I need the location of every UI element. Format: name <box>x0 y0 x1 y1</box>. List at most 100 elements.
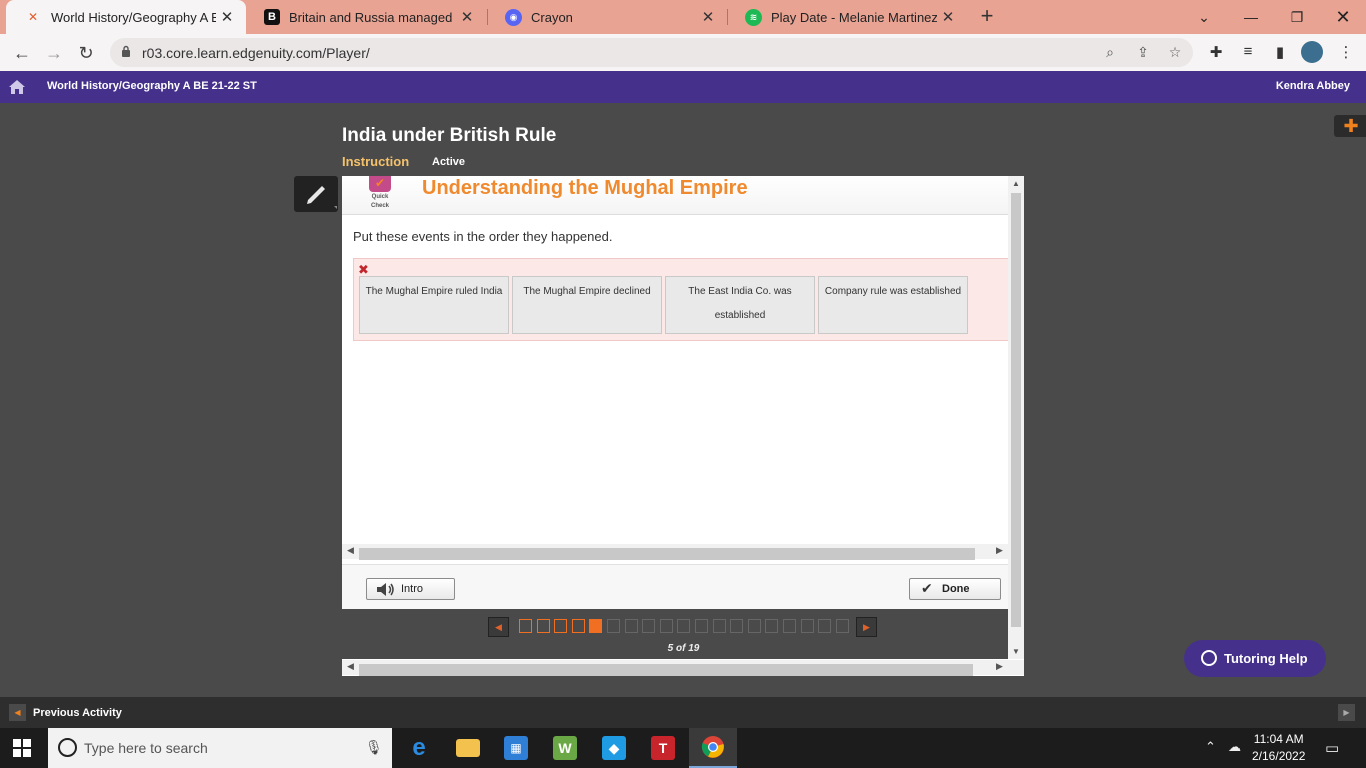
page-box[interactable] <box>554 619 568 633</box>
user-name[interactable]: Kendra Abbey <box>1276 80 1350 92</box>
taskbar-store[interactable]: ▦ <box>492 728 540 768</box>
search-placeholder: Type here to search <box>84 740 208 756</box>
event-card[interactable]: The Mughal Empire ruled India <box>359 276 509 334</box>
taskbar-file-explorer[interactable] <box>444 728 492 768</box>
back-icon[interactable]: ← <box>9 40 35 66</box>
page-box[interactable] <box>519 619 532 633</box>
page-box[interactable] <box>783 619 796 633</box>
profile-avatar[interactable] <box>1301 41 1323 63</box>
page-box[interactable] <box>536 619 550 633</box>
expand-plus-button[interactable]: ✚ <box>1334 115 1366 137</box>
windows-start-icon[interactable] <box>13 739 31 757</box>
content-horizontal-scrollbar[interactable]: ◀ ▶ <box>342 544 1008 560</box>
forward-icon[interactable]: → <box>41 40 67 66</box>
scroll-up-icon[interactable]: ▲ <box>1012 179 1020 188</box>
close-tab-icon[interactable]: ✕ <box>937 8 959 26</box>
tab-play-date[interactable]: ≋ Play Date - Melanie Martinez ✕ <box>727 0 967 34</box>
question-prompt: Put these events in the order they happe… <box>353 229 613 244</box>
close-tab-icon[interactable]: ✕ <box>216 8 238 26</box>
page-box[interactable] <box>712 619 726 633</box>
next-activity-arrow-icon[interactable]: ▶ <box>1338 704 1355 721</box>
edgenuity-header: World History/Geography A BE 21-22 ST Ke… <box>0 71 1366 103</box>
show-hidden-icons-icon[interactable]: ⌃ <box>1205 739 1216 755</box>
tab-world-history[interactable]: ✕ World History/Geography A BE 2 ✕ <box>6 0 246 34</box>
side-panel-icon[interactable]: ▮ <box>1270 43 1290 63</box>
scrollbar-thumb[interactable] <box>359 664 973 676</box>
page-box[interactable] <box>730 619 744 633</box>
address-bar[interactable]: r03.core.learn.edgenuity.com/Player/ ⌕ ⇪… <box>110 38 1193 67</box>
new-tab-icon[interactable]: + <box>975 4 999 28</box>
page-box[interactable] <box>642 619 656 633</box>
restore-icon[interactable]: ❐ <box>1274 0 1320 34</box>
content-vertical-scrollbar[interactable]: ▲ ▼ <box>1008 176 1024 659</box>
event-card[interactable]: Company rule was established <box>818 276 968 334</box>
w-app-icon: W <box>553 736 577 760</box>
taskbar-chrome[interactable] <box>689 728 737 768</box>
taskbar-clock[interactable]: 11:04 AM 2/16/2022 <box>1252 731 1305 765</box>
tutoring-help-button[interactable]: Tutoring Help <box>1184 640 1326 677</box>
taskbar-app-blue[interactable]: ◆ <box>590 728 638 768</box>
intro-button[interactable]: Intro <box>366 578 455 600</box>
close-window-icon[interactable]: ✕ <box>1320 0 1366 34</box>
zoom-icon[interactable]: ⌕ <box>1101 44 1119 62</box>
page-box[interactable] <box>589 619 603 633</box>
taskbar-t-app[interactable]: T <box>639 728 687 768</box>
edge-icon: e <box>412 734 426 761</box>
previous-page-button[interactable]: ◀ <box>488 617 509 637</box>
taskbar-edge[interactable]: e <box>395 728 443 768</box>
event-card[interactable]: The Mughal Empire declined <box>512 276 662 334</box>
page-box[interactable] <box>571 619 585 633</box>
scrollbar-thumb[interactable] <box>1011 193 1021 627</box>
course-title: World History/Geography A BE 21-22 ST <box>47 80 257 92</box>
quick-check-logo: ✔ Quick Check <box>365 176 395 210</box>
tab-search-chevron-icon[interactable]: ⌄ <box>1181 0 1227 34</box>
page-box[interactable] <box>747 619 761 633</box>
page-box[interactable] <box>800 619 814 633</box>
previous-activity-arrow-icon[interactable]: ◀ <box>9 704 26 721</box>
previous-activity-link[interactable]: Previous Activity <box>33 707 122 719</box>
activity-content: ✔ Quick Check Understanding the Mughal E… <box>342 176 1008 609</box>
activity-footer: Intro ✔ Done <box>342 564 1008 609</box>
scroll-left-icon[interactable]: ◀ <box>347 661 354 672</box>
scroll-left-icon[interactable]: ◀ <box>347 545 354 556</box>
page-box[interactable] <box>835 619 849 633</box>
scroll-right-icon[interactable]: ▶ <box>996 545 1003 556</box>
edgenuity-icon: ✕ <box>27 10 39 24</box>
share-icon[interactable]: ⇪ <box>1134 44 1152 62</box>
event-card[interactable]: The East India Co. was established <box>665 276 815 334</box>
next-page-button[interactable]: ▶ <box>856 617 877 637</box>
close-tab-icon[interactable]: ✕ <box>697 8 719 26</box>
extensions-icon[interactable]: ✚ <box>1206 43 1226 63</box>
bookmark-star-icon[interactable]: ☆ <box>1166 44 1184 62</box>
activity-title: Understanding the Mughal Empire <box>422 177 748 199</box>
taskbar-wps[interactable]: W <box>541 728 589 768</box>
menu-kebab-icon[interactable]: ⋮ <box>1336 43 1356 63</box>
home-icon[interactable] <box>7 77 27 97</box>
page-box[interactable] <box>818 619 832 633</box>
scrollbar-thumb[interactable] <box>359 548 975 560</box>
done-button[interactable]: ✔ Done <box>909 578 1001 600</box>
page-box[interactable] <box>695 619 708 633</box>
tab-instruction[interactable]: Instruction <box>342 154 409 169</box>
page-box[interactable] <box>677 619 691 633</box>
taskbar-search-input[interactable]: Type here to search 🎙 <box>48 728 392 768</box>
page-box[interactable] <box>659 619 673 633</box>
media-control-icon[interactable]: ≡ <box>1238 43 1258 63</box>
page-box[interactable] <box>607 619 620 633</box>
onedrive-cloud-icon[interactable]: ☁ <box>1228 739 1241 755</box>
frame-horizontal-scrollbar[interactable]: ◀ ▶ <box>342 660 1024 676</box>
activity-nav-bar: ◀ Previous Activity ▶ <box>0 697 1366 728</box>
minimize-icon[interactable]: — <box>1228 0 1274 34</box>
done-label: Done <box>942 583 970 595</box>
scroll-right-icon[interactable]: ▶ <box>996 661 1003 672</box>
activity-frame: ✔ Quick Check Understanding the Mughal E… <box>342 176 1024 676</box>
close-tab-icon[interactable]: ✕ <box>456 8 478 26</box>
page-box[interactable] <box>765 619 779 633</box>
pencil-tool-button[interactable] <box>294 176 338 212</box>
microphone-icon[interactable]: 🎙 <box>365 739 383 756</box>
reload-icon[interactable]: ↻ <box>73 40 99 66</box>
page-box[interactable] <box>624 619 638 633</box>
notifications-icon[interactable]: ▭ <box>1325 739 1339 757</box>
tab-crayon[interactable]: ◉ Crayon ✕ <box>487 0 727 34</box>
tab-britain-russia[interactable]: B Britain and Russia managed to p ✕ <box>246 0 486 34</box>
